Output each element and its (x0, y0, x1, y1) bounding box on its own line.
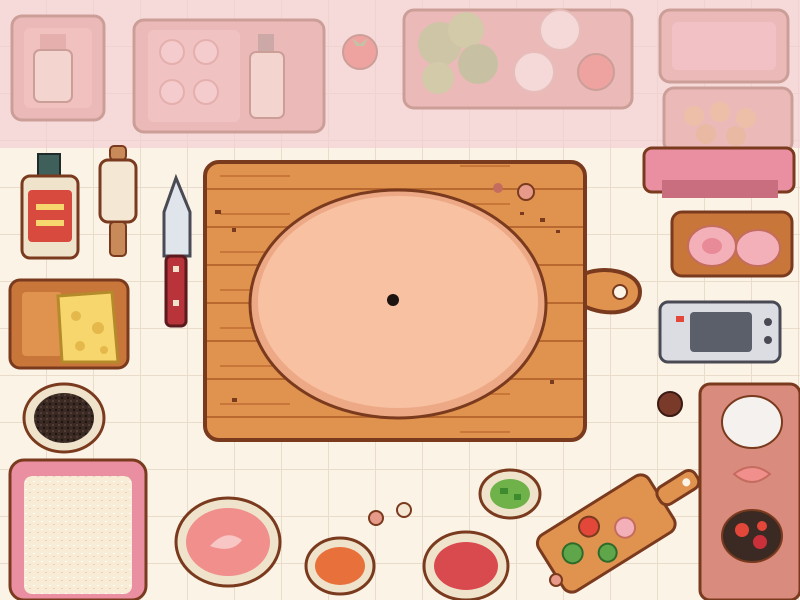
right-ingredient-tray[interactable] (698, 382, 800, 600)
sauce-bowl[interactable] (174, 496, 282, 588)
grated-cheese-bin[interactable] (8, 458, 148, 600)
cheese-board[interactable] (8, 278, 130, 370)
green-pepper-bowl[interactable] (478, 468, 542, 520)
sausage-bit[interactable] (657, 391, 683, 417)
ham-plate[interactable] (670, 210, 794, 278)
floor-crumb (549, 573, 563, 587)
black-pepper-bowl[interactable] (22, 382, 106, 454)
shelf-overlay (0, 0, 800, 148)
toaster-oven-icon[interactable] (642, 146, 796, 198)
microwave-icon[interactable] (658, 300, 782, 364)
kitchen-scene (0, 0, 800, 600)
knife-icon[interactable] (162, 173, 192, 328)
dough-circle-icon[interactable] (248, 188, 548, 420)
orange-sauce-bowl[interactable] (304, 536, 376, 596)
tomato-sauce-bowl[interactable] (422, 530, 510, 600)
